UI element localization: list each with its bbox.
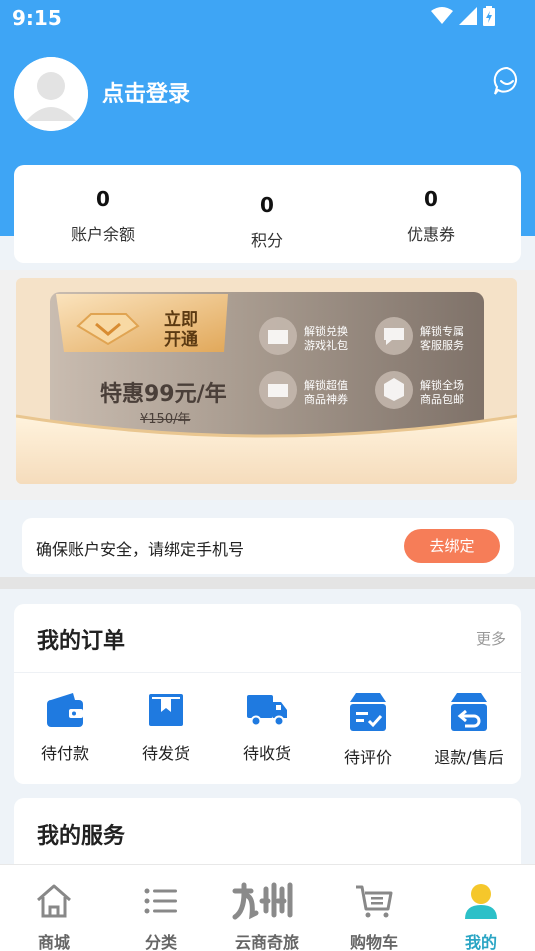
points-stat[interactable]: 0 积分: [197, 193, 337, 251]
section-divider: [0, 577, 535, 589]
status-time: 9:15: [12, 6, 62, 30]
tab-label: 分类: [144, 933, 177, 951]
orders-more-link[interactable]: 更多: [476, 628, 506, 649]
order-refund-aftersales[interactable]: 退款/售后: [419, 692, 519, 768]
tab-label: 云商奇旅: [234, 933, 299, 951]
coupons-label: 优惠券: [406, 225, 455, 244]
tab-mall[interactable]: 商城: [9, 865, 99, 951]
list-icon: [144, 888, 177, 914]
default-avatar-icon: [14, 57, 88, 131]
balance-label: 账户余额: [70, 225, 135, 244]
services-title: 我的服务: [37, 824, 126, 849]
vip-open-line1: 立即: [164, 310, 198, 330]
vip-section: 立即 开通 特惠99元/年 ¥150/年 解锁兑换 游戏礼包 解锁专属 客服服务…: [0, 270, 535, 500]
benefit-text: 游戏礼包: [304, 339, 348, 352]
cart-icon: [356, 885, 393, 918]
vip-price: 特惠99元/年: [100, 382, 227, 407]
truck-icon: [247, 695, 287, 727]
wallet-icon: [47, 693, 83, 727]
vip-benefit-service: 解锁专属 客服服务: [420, 325, 464, 353]
vip-banner[interactable]: 立即 开通 特惠99元/年 ¥150/年 解锁兑换 游戏礼包 解锁专属 客服服务…: [16, 278, 517, 484]
tab-yunshang-travel[interactable]: 云商奇旅: [222, 865, 312, 951]
benefit-text: 解锁全场: [420, 379, 464, 392]
status-bar: 9:15: [0, 0, 535, 36]
benefit-text: 商品神券: [304, 393, 348, 406]
vip-open-line2: 开通: [164, 330, 198, 350]
tab-label: 商城: [37, 933, 70, 951]
vip-benefit-game-gift: 解锁兑换 游戏礼包: [304, 325, 348, 353]
refund-icon: [451, 693, 487, 731]
balance-value: 0: [96, 187, 110, 211]
home-icon: [37, 884, 71, 918]
battery-icon: [483, 6, 495, 26]
signal-icon: [459, 7, 477, 25]
avatar[interactable]: [14, 57, 88, 131]
order-label: 待发货: [141, 744, 190, 763]
order-pending-shipment[interactable]: 待发货: [116, 692, 216, 764]
benefit-text: 解锁兑换: [304, 325, 348, 338]
order-label: 待收货: [242, 744, 291, 763]
benefit-text: 客服服务: [420, 339, 464, 352]
bind-phone-card: 确保账户安全，请绑定手机号 去绑定: [22, 518, 514, 574]
tab-cart[interactable]: 购物车: [329, 865, 419, 951]
tab-category[interactable]: 分类: [116, 865, 206, 951]
account-stats-card: 0 账户余额 0 积分 0 优惠券: [14, 165, 521, 263]
points-label: 积分: [250, 231, 283, 250]
vip-original-price: ¥150/年: [140, 412, 191, 427]
vip-benefit-free-shipping: 解锁全场 商品包邮: [420, 379, 464, 407]
tab-label: 我的: [464, 933, 497, 951]
balance-stat[interactable]: 0 账户余额: [33, 187, 173, 245]
tab-mine[interactable]: 我的: [436, 865, 526, 951]
vip-open-label: 立即 开通: [164, 310, 198, 350]
bind-phone-button[interactable]: 去绑定: [404, 529, 500, 563]
wifi-icon: [431, 7, 453, 24]
jiuzhou-logo: [232, 882, 293, 920]
benefit-text: 解锁超值: [304, 379, 348, 392]
vip-benefit-coupon: 解锁超值 商品神券: [304, 379, 348, 407]
order-label: 待评价: [343, 748, 392, 767]
points-value: 0: [260, 193, 274, 217]
orders-title: 我的订单: [37, 629, 126, 654]
orders-divider: [14, 672, 521, 673]
login-link[interactable]: 点击登录: [102, 76, 190, 108]
review-icon: [350, 693, 386, 731]
order-label: 待付款: [40, 744, 89, 763]
order-label: 退款/售后: [434, 748, 504, 767]
my-orders-card: 我的订单 更多 待付款 待发货 待收货 待评价 退款/售后: [14, 604, 521, 784]
benefit-text: 解锁专属: [420, 325, 464, 338]
order-pending-review[interactable]: 待评价: [318, 692, 418, 768]
order-pending-receipt[interactable]: 待收货: [217, 692, 317, 764]
person-icon: [465, 884, 497, 919]
coupons-value: 0: [424, 187, 438, 211]
coupons-stat[interactable]: 0 优惠券: [361, 187, 501, 245]
order-pending-payment[interactable]: 待付款: [15, 692, 115, 764]
bind-phone-message: 确保账户安全，请绑定手机号: [36, 540, 245, 559]
bottom-tab-bar: 商城 分类 云商奇旅 购物车 我的: [0, 864, 535, 951]
status-icons: [431, 6, 495, 26]
benefit-text: 商品包邮: [420, 393, 464, 406]
box-icon: [149, 694, 183, 726]
customer-service-icon[interactable]: [492, 66, 522, 96]
tab-label: 购物车: [349, 933, 398, 951]
